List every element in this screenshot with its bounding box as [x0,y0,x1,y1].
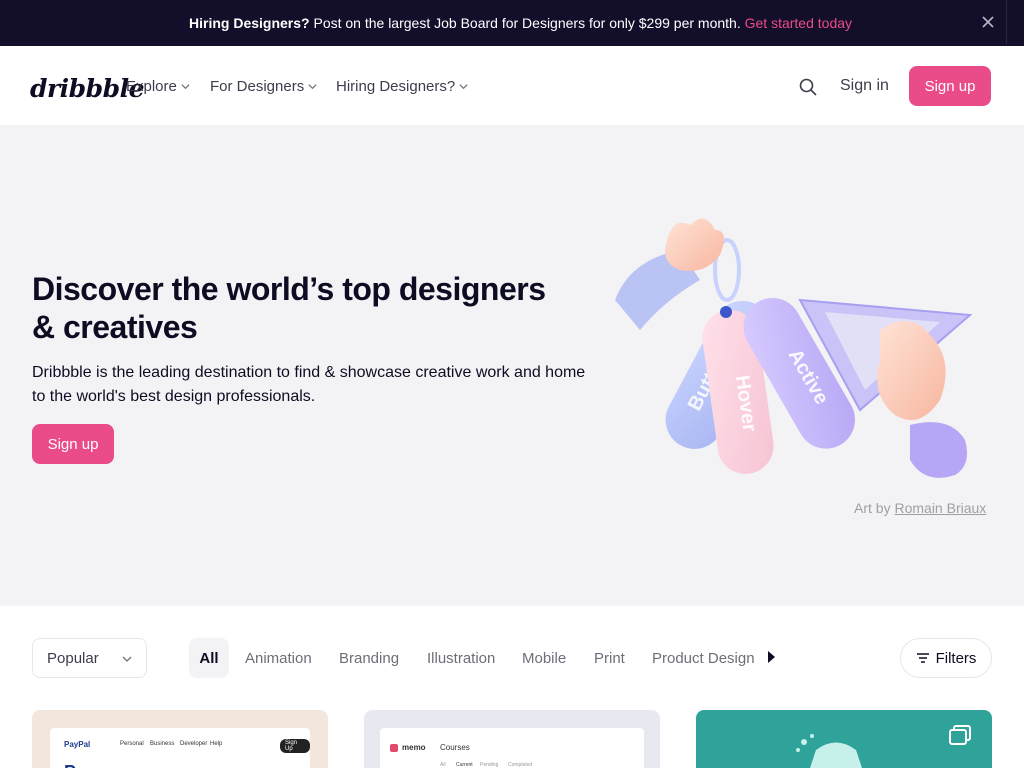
shot-brand: PayPal [64,740,91,749]
tab-all[interactable]: All [189,638,229,678]
close-icon[interactable] [980,14,996,30]
banner-edge [1006,0,1024,44]
tab-illustration[interactable]: Illustration [427,638,495,678]
hero-title-line1: Discover the world’s top designers [32,271,546,307]
chevron-down-icon [122,656,132,662]
art-credit-prefix: Art by [854,500,895,516]
memo-logo-icon [390,744,398,752]
sort-select[interactable]: Popular [32,638,147,678]
sort-select-value: Popular [47,650,99,667]
sign-up-button[interactable]: Sign up [909,66,991,106]
chevron-down-icon [308,84,317,90]
hero-title: Discover the world’s top designers & cre… [32,270,572,346]
shot-card[interactable]: memo Courses All Current Pending Complet… [364,710,660,768]
banner-text: Post on the largest Job Board for Design… [309,15,745,31]
banner-message[interactable]: Hiring Designers? Post on the largest Jo… [189,15,852,31]
banner-lead: Hiring Designers? [189,15,310,31]
tab-animation[interactable]: Animation [245,638,312,678]
tab-mobile[interactable]: Mobile [522,638,566,678]
hiring-banner: Hiring Designers? Post on the largest Jo… [0,0,1024,46]
nav-hiring-designers[interactable]: Hiring Designers? [336,78,468,95]
tab-branding[interactable]: Branding [339,638,399,678]
shot-card[interactable]: PayPal Personal Business Developer Help … [32,710,328,768]
sleeve-right [910,422,968,478]
hero-illustration: Button Hover Active [615,218,973,478]
tab-product-design[interactable]: Product Design [652,638,755,678]
hero-sign-up-button[interactable]: Sign up [32,424,114,464]
filters-label: Filters [935,649,977,667]
banner-cta-link[interactable]: Get started today [745,15,852,31]
hero-subtitle: Dribbble is the leading destination to f… [32,364,586,405]
filters-button[interactable]: Filters [900,638,992,678]
sign-in-link[interactable]: Sign in [840,77,889,95]
chevron-right-icon[interactable] [765,650,777,664]
art-credit-author-link[interactable]: Romain Briaux [894,500,986,516]
search-icon[interactable] [798,77,818,97]
shot-illustration [810,742,862,768]
nav-hiring-designers-label: Hiring Designers? [336,78,456,95]
shot-preview: memo Courses All Current Pending Complet… [380,728,644,768]
art-credit: Art by Romain Briaux [854,500,986,516]
nav-explore-label: Explore [126,78,177,95]
chevron-down-icon [459,84,468,90]
hero-title-line2: & creatives [32,309,198,345]
shot-preview: PayPal Personal Business Developer Help … [50,728,310,768]
nav-for-designers[interactable]: For Designers [210,78,317,95]
shot-card[interactable] [696,710,992,768]
filter-icon [916,653,929,663]
chevron-down-icon [181,84,190,90]
nav-for-designers-label: For Designers [210,78,305,95]
nav-explore[interactable]: Explore [126,78,190,95]
shot-preview [796,725,971,768]
tab-print[interactable]: Print [594,638,625,678]
